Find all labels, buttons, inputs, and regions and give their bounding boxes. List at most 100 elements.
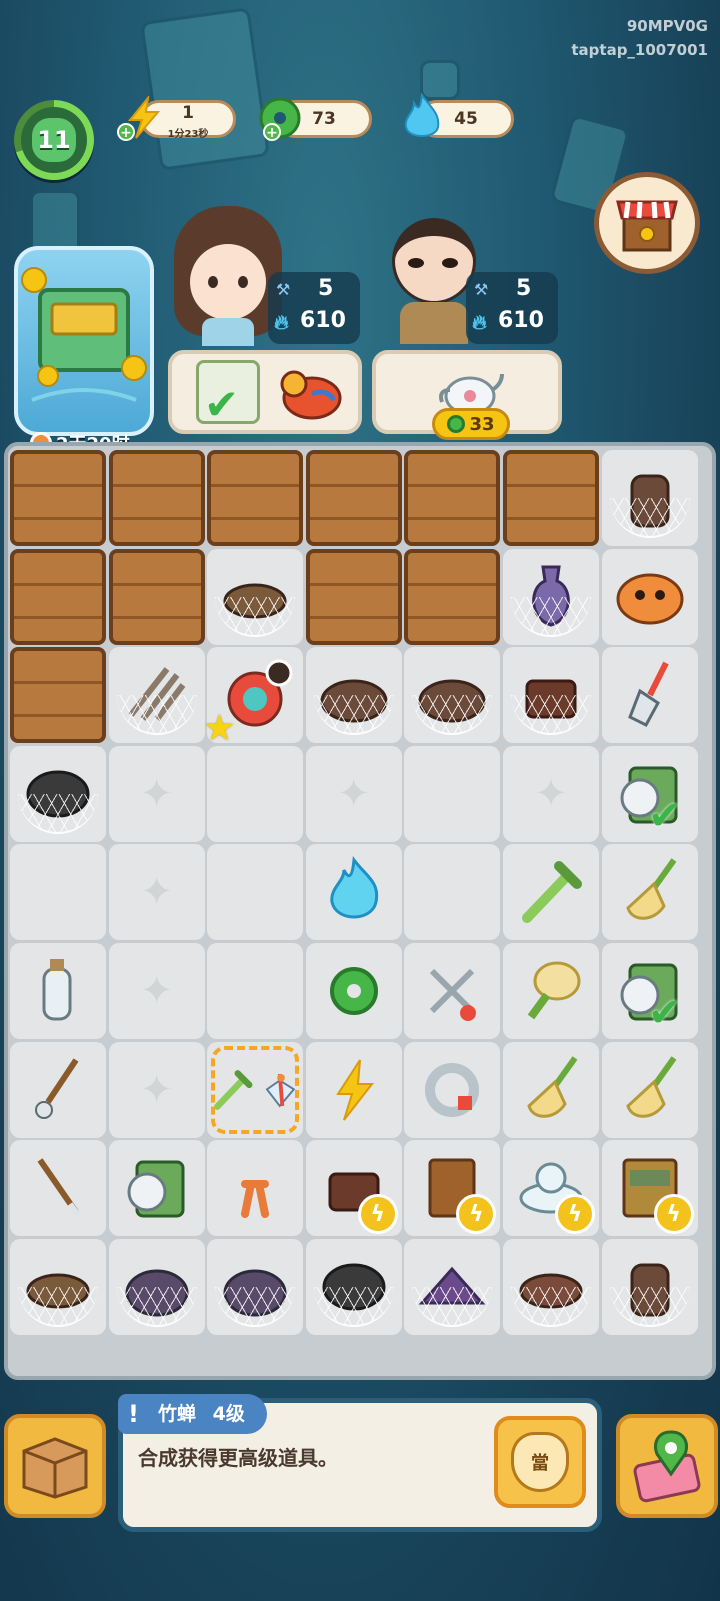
jade-coin-icon (447, 415, 466, 433)
board-item-bottle[interactable] (10, 943, 106, 1039)
energy-badge-icon: ϟ (555, 1194, 595, 1235)
board-item-sticks-web[interactable] (108, 647, 205, 744)
board-item-bamboo-cicada[interactable] (207, 1041, 304, 1138)
board-item-whisk[interactable] (503, 943, 599, 1039)
board-item-tea-book-check[interactable]: ✔ (601, 745, 698, 842)
board-item-teaset-energy[interactable]: ϟ (503, 1140, 599, 1237)
board-item-shelf-energy[interactable]: ϟ (601, 1140, 698, 1237)
scissors-icon (430, 968, 477, 1021)
energy-badge-icon: ϟ (456, 1194, 497, 1235)
board-item-slingshot[interactable] (207, 1140, 304, 1237)
board-item-shovel[interactable] (601, 647, 698, 744)
locked-crate[interactable] (10, 548, 106, 645)
board-cell-empty (108, 1041, 205, 1138)
board-item-blue-flame[interactable] (305, 844, 402, 941)
money-bag-icon: 當 (511, 1432, 569, 1492)
boy-reward-box: ⚒ 5 🔥︎ 610 (466, 272, 558, 344)
board-item-basket-web[interactable] (207, 548, 304, 645)
flame-value: 45 (454, 109, 478, 129)
shop-button[interactable] (594, 172, 700, 274)
broom-icon (625, 1055, 677, 1118)
locked-crate[interactable] (404, 450, 501, 546)
locked-crate[interactable] (404, 548, 501, 645)
board-item-chest-energy[interactable]: ϟ (305, 1140, 402, 1237)
board-item-cabinet-energy[interactable]: ϟ (404, 1140, 501, 1237)
bird-whistle-icon (280, 370, 342, 420)
board-item-bag-web[interactable] (207, 1238, 304, 1335)
item-name-tag: ! 竹蝉 4级 (118, 1394, 267, 1434)
map-button[interactable] (616, 1414, 718, 1518)
locked-crate[interactable] (305, 548, 402, 645)
board-item-sack-web[interactable] (305, 647, 402, 744)
sell-button[interactable]: 當 (494, 1416, 586, 1508)
coin-value: 73 (312, 109, 336, 129)
board-item-brush[interactable] (10, 1140, 106, 1237)
check-icon: ✔ (204, 380, 240, 429)
board-cell-empty (503, 745, 599, 842)
board-item-jar-web[interactable] (601, 1238, 698, 1335)
board-item-tiger-toy[interactable] (601, 548, 698, 645)
board-item-lightning[interactable] (305, 1041, 402, 1138)
treasure-chest-panel[interactable] (14, 246, 154, 436)
board-item-jar-web[interactable] (601, 450, 698, 546)
order-price-tag[interactable]: 33 (432, 408, 510, 440)
board-item-broom[interactable] (601, 844, 698, 941)
board-item-bag-web[interactable] (108, 1238, 205, 1335)
bronze-chest-icon (21, 267, 147, 402)
locked-crate[interactable] (10, 647, 106, 744)
small-icon (527, 1055, 578, 1118)
check-icon: ✔ (648, 990, 682, 1036)
level-badge[interactable]: 11 (14, 100, 94, 180)
plus-icon: + (117, 123, 135, 141)
locked-crate[interactable] (108, 450, 205, 546)
board-item-spoon[interactable] (10, 1041, 106, 1138)
board-item-ring[interactable] (404, 1041, 501, 1138)
blue-flame-icon (395, 91, 449, 145)
board-cell-empty (108, 745, 205, 842)
board-item-broom[interactable] (601, 1041, 698, 1138)
board-item-bamboo-hammer[interactable] (503, 844, 599, 941)
board-item-basket-web[interactable] (10, 1238, 106, 1335)
board-item-vase-web[interactable] (503, 548, 599, 645)
board-item-chest-web[interactable] (503, 647, 599, 744)
board-item-bowl-web[interactable] (503, 1238, 599, 1335)
ring-icon (425, 1062, 480, 1117)
slingshot-icon (241, 1180, 270, 1219)
board-item-scissors[interactable] (404, 943, 501, 1039)
board-cell-empty (305, 745, 402, 842)
sell-label: 當 (531, 1453, 549, 1474)
locked-crate[interactable] (207, 450, 304, 546)
board-item-jade-coin[interactable] (305, 943, 402, 1039)
girl-reward: 610 (300, 308, 346, 333)
selection-frame (211, 1045, 300, 1134)
locked-crate[interactable] (503, 450, 599, 546)
order-card-girl[interactable]: ✔ (168, 350, 362, 434)
level-number: 11 (32, 118, 76, 162)
shovel-icon (627, 661, 669, 728)
board-item-pot-web[interactable] (10, 745, 106, 842)
tiger-icon (616, 573, 684, 625)
energy-bar[interactable]: + 1 1分23秒 (117, 96, 236, 141)
board-item-small-broom[interactable] (503, 1041, 599, 1138)
board-item-tea-book-check[interactable]: ✔ (601, 943, 698, 1039)
coin-bar[interactable]: + 73 (259, 97, 372, 141)
board-item-pot-web[interactable] (305, 1238, 402, 1335)
locked-crate[interactable] (10, 450, 106, 546)
item-level: 4级 (212, 1403, 245, 1425)
blue-flame-icon: 🔥︎ (274, 310, 289, 334)
statue-rock (140, 7, 270, 171)
board-item-sack-web[interactable] (404, 647, 501, 744)
board-item-tea-bag[interactable] (108, 1140, 205, 1237)
watermark-id: 90MPV0G (626, 17, 708, 35)
flame-bar: 45 (404, 93, 514, 138)
energy-value: 1 (182, 103, 194, 123)
board-item-hat-web[interactable] (404, 1238, 501, 1335)
watermark-user: taptap_1007001 (571, 41, 708, 59)
locked-crate[interactable] (305, 450, 402, 546)
shop-stall-icon (616, 200, 678, 252)
inventory-box-button[interactable] (4, 1414, 106, 1518)
board-item-treasure-box[interactable]: ★ (203, 647, 304, 749)
locked-crate[interactable] (108, 548, 205, 645)
watermark: 90MPV0G taptap_1007001 (571, 14, 708, 62)
tea-icon (127, 1160, 185, 1218)
